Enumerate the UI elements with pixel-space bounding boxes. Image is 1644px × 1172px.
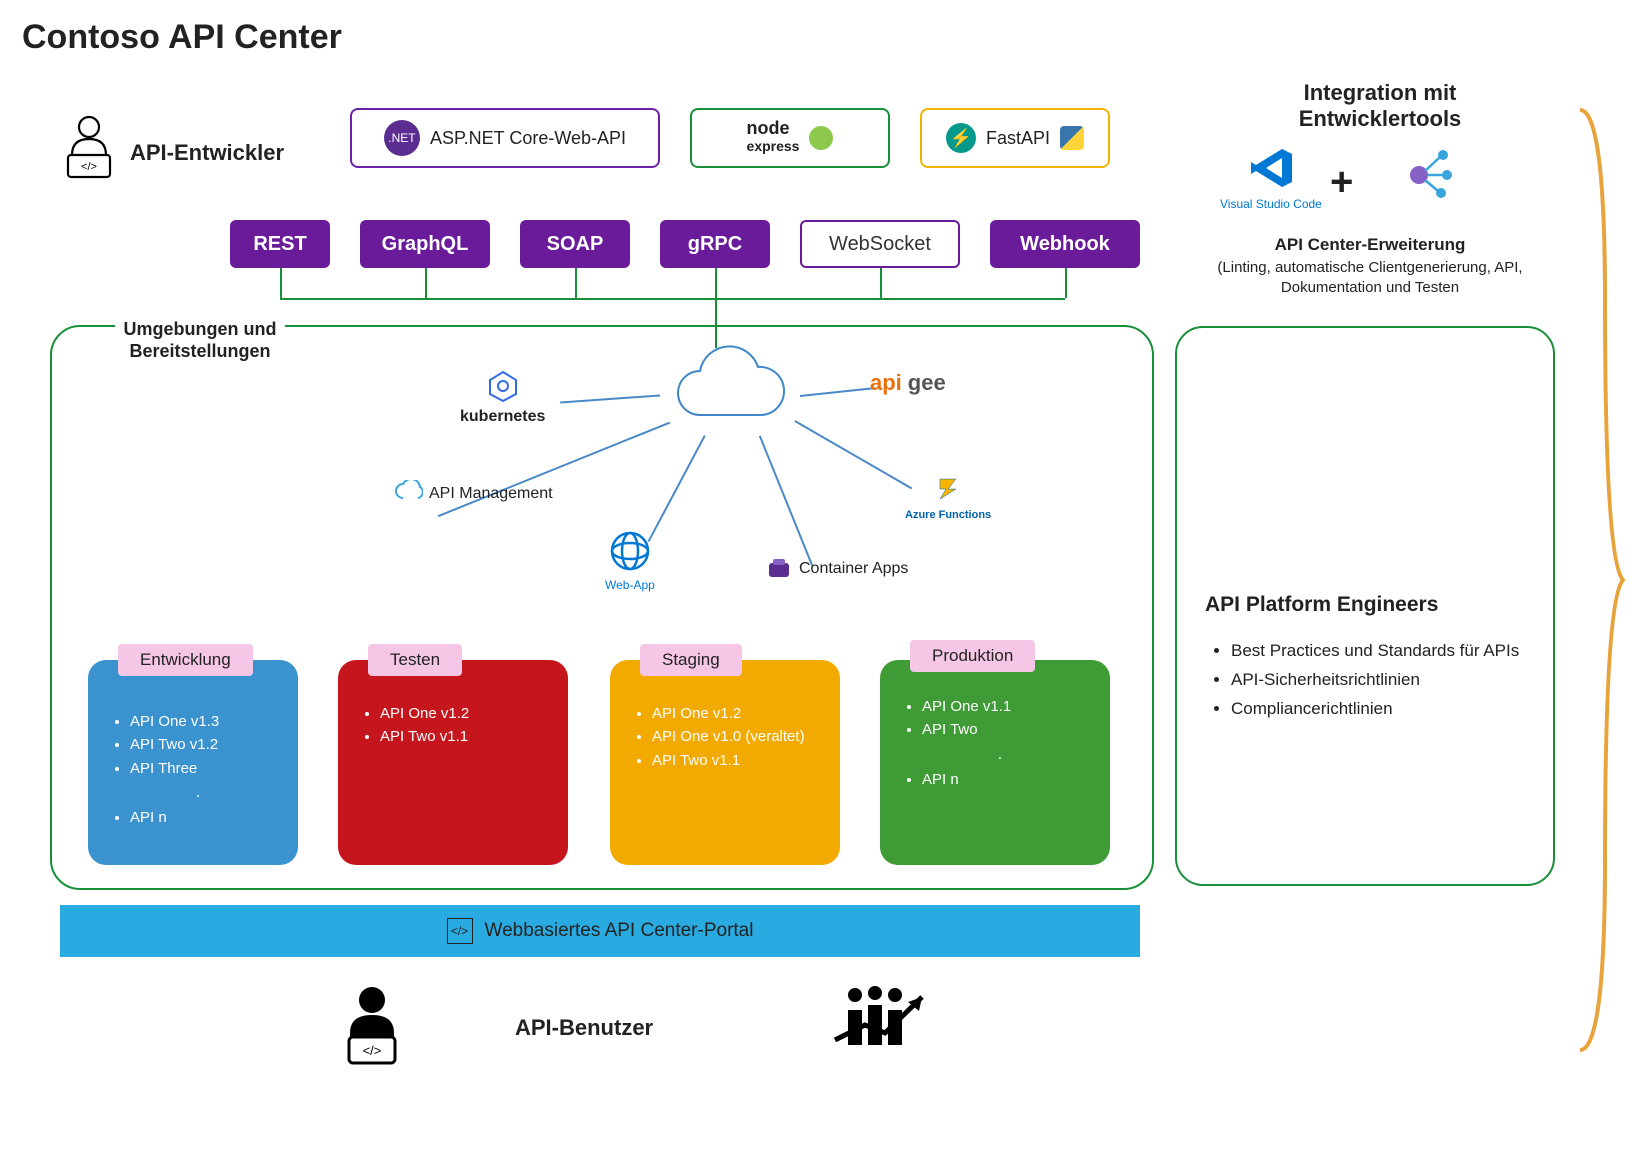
list-item: Best Practices und Standards für APIs bbox=[1231, 637, 1525, 666]
service-api-management: API Management bbox=[395, 480, 553, 508]
right-description: (Linting, automatische Clientgenerierung… bbox=[1200, 258, 1540, 299]
connector bbox=[715, 268, 717, 298]
list-item: API Three bbox=[130, 757, 288, 780]
right-subtitle: API Center-Erweiterung bbox=[1200, 235, 1540, 255]
container-apps-label: Container Apps bbox=[799, 560, 908, 578]
svg-text:</>: </> bbox=[363, 1043, 382, 1058]
connector bbox=[575, 268, 577, 298]
env-card-test: Testen API One v1.2 API Two v1.1 bbox=[338, 660, 568, 865]
vscode-block: Visual Studio Code bbox=[1220, 145, 1322, 211]
apigee-label-1: api bbox=[870, 370, 902, 396]
protocol-soap: SOAP bbox=[520, 220, 630, 268]
list-item: API One v1.2 bbox=[380, 702, 558, 725]
node-label: node bbox=[747, 121, 800, 135]
svg-text:</>: </> bbox=[81, 161, 97, 173]
kubernetes-icon bbox=[487, 370, 519, 402]
fastapi-icon: ⚡ bbox=[946, 123, 976, 153]
dotnet-icon: .NET bbox=[384, 120, 420, 156]
api-user-icon: </> bbox=[335, 985, 409, 1072]
cloud-icon bbox=[660, 345, 800, 435]
plus-icon: + bbox=[1330, 160, 1353, 205]
list-item: API One v1.1 bbox=[922, 695, 1100, 718]
service-web-app: Web-App bbox=[605, 530, 655, 592]
connector bbox=[280, 268, 282, 298]
env-tab-development: Entwicklung bbox=[118, 644, 253, 676]
framework-node-express: node express bbox=[690, 108, 890, 168]
service-apigee: apigee bbox=[870, 370, 946, 396]
list-item: API Two v1.2 bbox=[130, 733, 288, 756]
protocol-webhook: Webhook bbox=[990, 220, 1140, 268]
web-app-icon bbox=[609, 530, 651, 572]
framework-aspnetcore: .NET ASP.NET Core-Web-API bbox=[350, 108, 660, 168]
env-tab-production: Produktion bbox=[910, 640, 1035, 672]
protocol-grpc: gRPC bbox=[660, 220, 770, 268]
env-tab-test: Testen bbox=[368, 644, 462, 676]
api-management-icon bbox=[395, 480, 423, 508]
service-container-apps: Container Apps bbox=[765, 555, 908, 583]
list-item: API Two bbox=[922, 718, 1100, 741]
list-item: API n bbox=[922, 768, 1100, 791]
list-item: API Two v1.1 bbox=[652, 749, 830, 772]
express-label: express bbox=[747, 138, 800, 154]
azure-functions-label: Azure Functions bbox=[905, 509, 991, 521]
portal-bar: </> Webbasiertes API Center-Portal bbox=[60, 905, 1140, 957]
right-title: Integration mit Entwicklertools bbox=[1230, 80, 1530, 133]
env-card-staging: Staging API One v1.2 API One v1.0 (veral… bbox=[610, 660, 840, 865]
ellipsis: . bbox=[900, 742, 1100, 768]
list-item: Compliancerichtlinien bbox=[1231, 695, 1525, 724]
list-item: API-Sicherheitsrichtlinien bbox=[1231, 666, 1525, 695]
list-item: API Two v1.1 bbox=[380, 725, 558, 748]
web-app-label: Web-App bbox=[605, 578, 655, 592]
brace-icon bbox=[1575, 100, 1625, 1060]
connector bbox=[425, 268, 427, 298]
portal-icon: </> bbox=[447, 918, 473, 944]
connector bbox=[280, 298, 1065, 300]
ellipsis: . bbox=[108, 780, 288, 806]
platform-engineers-box: API Platform Engineers Best Practices un… bbox=[1175, 326, 1555, 886]
list-item: API One v1.2 bbox=[652, 702, 830, 725]
api-user-label: API-Benutzer bbox=[515, 1015, 653, 1041]
framework-aspnetcore-label: ASP.NET Core-Web-API bbox=[430, 128, 626, 149]
vscode-icon bbox=[1220, 145, 1322, 197]
azure-functions-icon bbox=[934, 475, 962, 503]
service-kubernetes: kubernetes bbox=[460, 370, 545, 426]
list-item: API One v1.3 bbox=[130, 710, 288, 733]
connector bbox=[880, 268, 882, 298]
vscode-label: Visual Studio Code bbox=[1220, 197, 1322, 211]
developer-label: API-Entwickler bbox=[130, 140, 284, 166]
env-card-production: Produktion API One v1.1 API Two . API n bbox=[880, 660, 1110, 865]
kubernetes-label: kubernetes bbox=[460, 408, 545, 426]
growth-chart-icon bbox=[830, 985, 930, 1068]
python-icon bbox=[1060, 126, 1084, 150]
environments-label: Umgebungen und Bereitstellungen bbox=[115, 318, 285, 362]
platform-engineers-title: API Platform Engineers bbox=[1205, 593, 1525, 617]
hub-network-icon bbox=[1395, 145, 1455, 206]
page-title: Contoso API Center bbox=[22, 18, 342, 57]
api-management-label: API Management bbox=[429, 485, 553, 503]
developer-icon: </> bbox=[60, 115, 118, 184]
container-apps-icon bbox=[765, 555, 793, 583]
protocol-graphql: GraphQL bbox=[360, 220, 490, 268]
service-azure-functions: Azure Functions bbox=[905, 475, 991, 521]
apigee-label-2: gee bbox=[908, 370, 946, 396]
protocol-rest: REST bbox=[230, 220, 330, 268]
connector bbox=[1065, 268, 1067, 298]
nodejs-icon bbox=[809, 126, 833, 150]
env-card-development: Entwicklung API One v1.3 API Two v1.2 AP… bbox=[88, 660, 298, 865]
list-item: API One v1.0 (veraltet) bbox=[652, 725, 830, 748]
list-item: API n bbox=[130, 806, 288, 829]
protocol-websocket: WebSocket bbox=[800, 220, 960, 268]
fastapi-label: FastAPI bbox=[986, 128, 1050, 149]
portal-label: Webbasiertes API Center-Portal bbox=[485, 920, 754, 942]
framework-fastapi: ⚡ FastAPI bbox=[920, 108, 1110, 168]
env-tab-staging: Staging bbox=[640, 644, 742, 676]
